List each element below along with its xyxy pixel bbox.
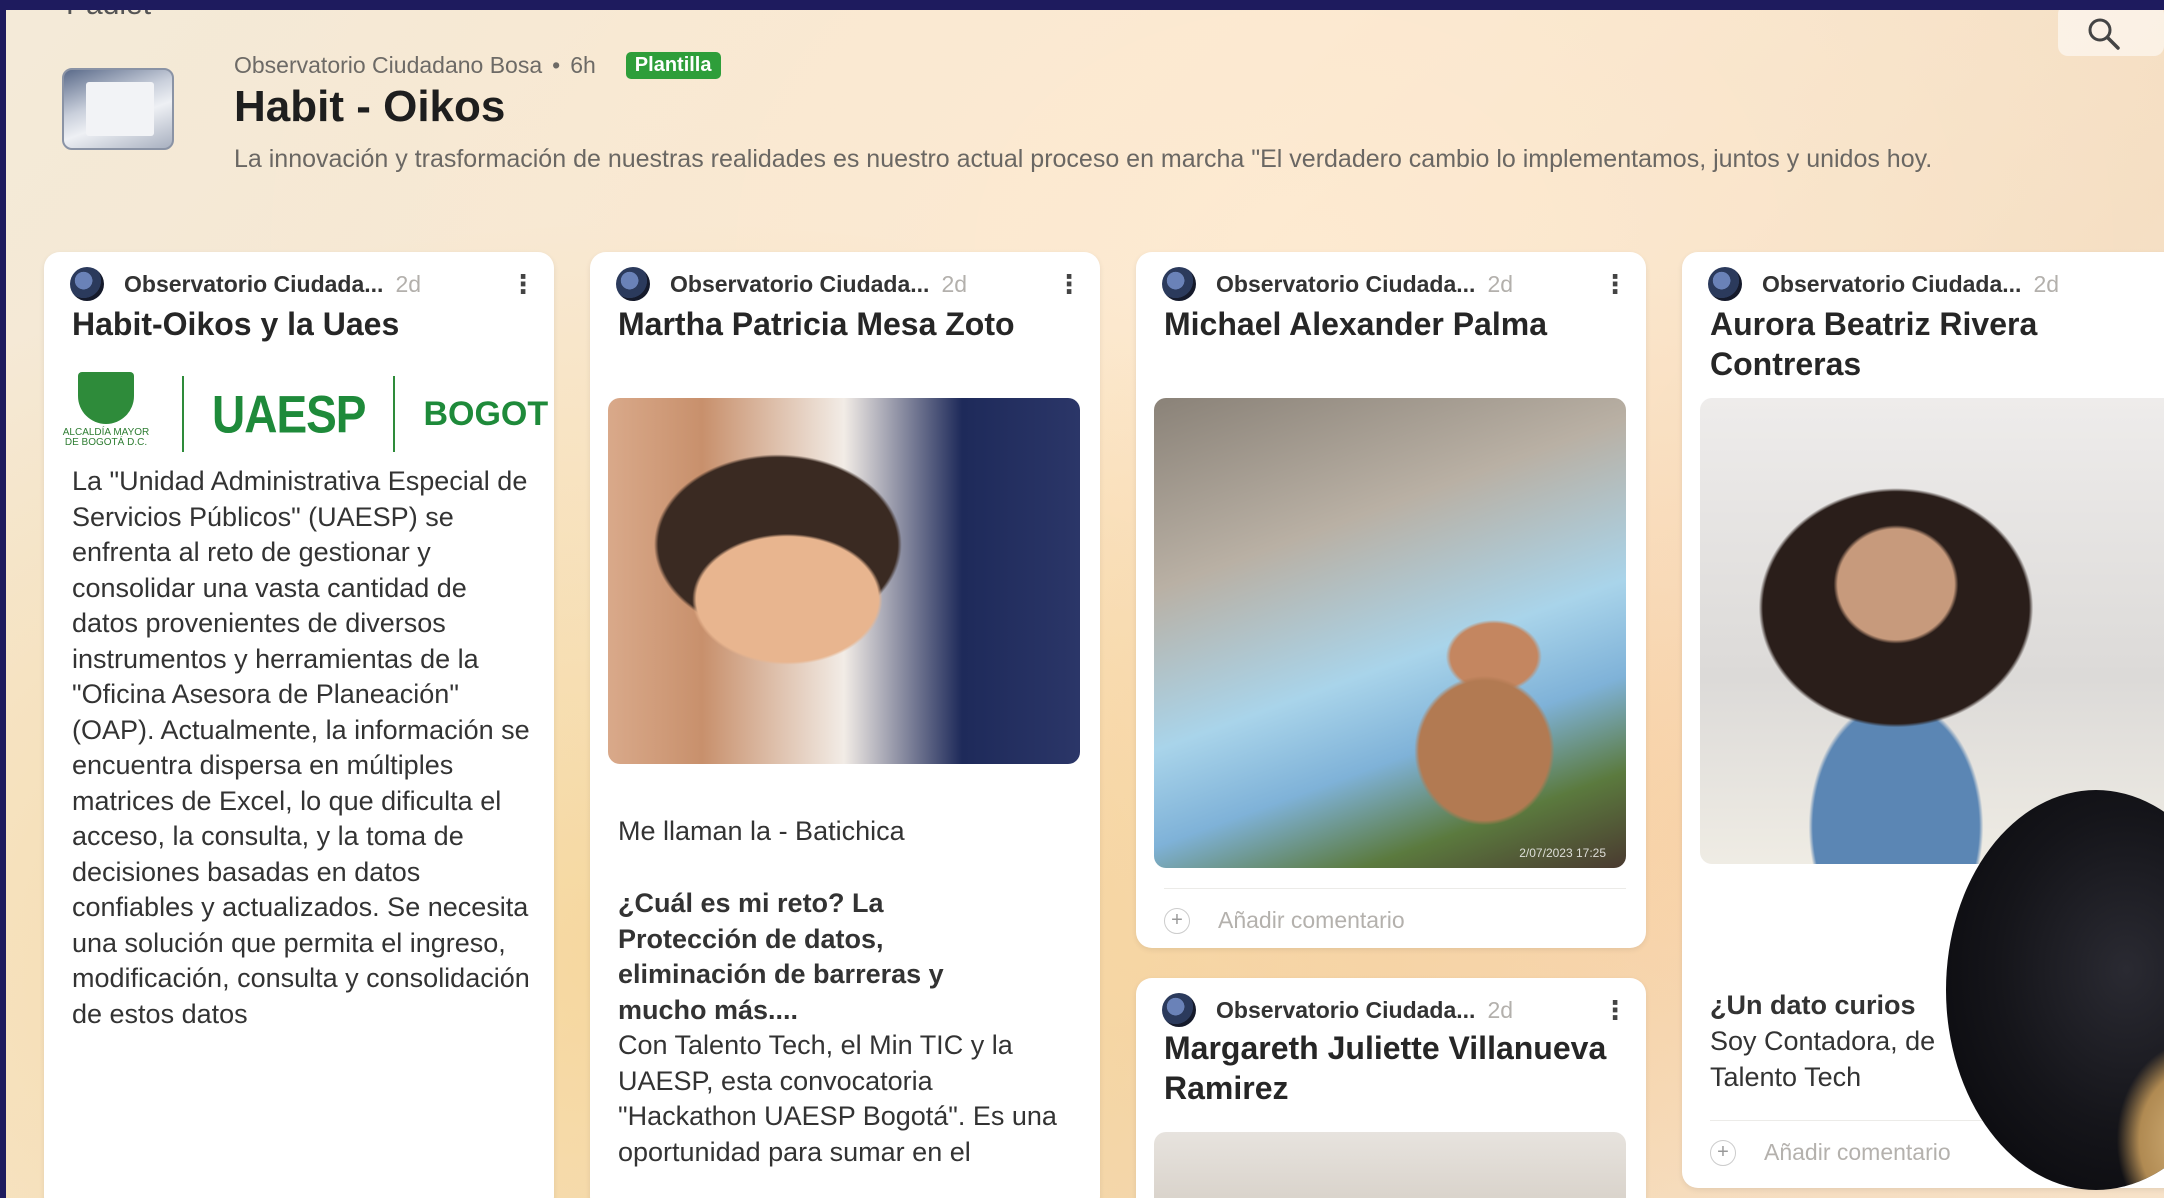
plus-icon: +	[1164, 907, 1190, 934]
search-icon	[2088, 18, 2120, 50]
post-title: Michael Alexander Palma	[1164, 306, 1547, 342]
padlet-board: Padlet Observatorio Ciudadano Bosa • 6h …	[6, 10, 2164, 1198]
post-card[interactable]: Observatorio Ciudada... 2d ⋮ Margareth J…	[1136, 978, 1646, 1198]
post-body: La "Unidad Administrativa Especial de Se…	[72, 466, 530, 1029]
post-photo[interactable]	[608, 398, 1080, 764]
post-age: 2d	[1487, 270, 1514, 297]
meta-separator: •	[552, 52, 561, 78]
uaesp-logo: UAESP	[212, 384, 366, 444]
post-card[interactable]: Observatorio Ciudada... 2d ⋮ Habit-Oikos…	[44, 252, 554, 1198]
uaesp-logo-banner: ALCALDÍA MAYOR DE BOGOTÁ D.C. UAESP BOGO…	[58, 372, 554, 456]
more-options-icon[interactable]: ⋮	[2158, 271, 2164, 297]
post-author[interactable]: Observatorio Ciudada...	[1216, 997, 1475, 1024]
post-title: Martha Patricia Mesa Zoto	[618, 306, 1015, 342]
avatar[interactable]	[1162, 993, 1196, 1027]
board-meta: Observatorio Ciudadano Bosa • 6h Plantil…	[234, 52, 721, 79]
board-author[interactable]: Observatorio Ciudadano Bosa	[234, 52, 542, 79]
avatar[interactable]	[1708, 267, 1742, 301]
post-age: 2d	[1487, 996, 1514, 1023]
template-badge: Plantilla	[625, 52, 721, 79]
avatar[interactable]	[1162, 267, 1196, 301]
post-photo[interactable]	[1154, 1132, 1626, 1198]
post-header: Observatorio Ciudada... 2d ⋮	[1162, 266, 1628, 302]
more-options-icon[interactable]: ⋮	[1056, 271, 1082, 297]
post-author[interactable]: Observatorio Ciudada...	[1216, 271, 1475, 298]
post-intro: Me llaman la - Batichica	[618, 816, 905, 846]
avatar[interactable]	[616, 267, 650, 301]
post-title: Habit-Oikos y la Uaes	[72, 306, 400, 342]
add-comment[interactable]: + Añadir comentario	[1164, 888, 1626, 934]
more-options-icon[interactable]: ⋮	[1602, 997, 1628, 1023]
app-name-clipped: Padlet	[66, 10, 151, 22]
add-comment-label: Añadir comentario	[1764, 1139, 1951, 1165]
post-header: Observatorio Ciudada... 2d ⋮	[1708, 266, 2164, 302]
add-comment-label: Añadir comentario	[1218, 907, 1405, 933]
post-author[interactable]: Observatorio Ciudada...	[124, 271, 383, 298]
post-title: Aurora Beatriz Rivera Contreras	[1710, 306, 2038, 382]
more-options-icon[interactable]: ⋮	[510, 271, 536, 297]
post-photo[interactable]: 2/07/2023 17:25	[1154, 398, 1626, 868]
post-title: Margareth Juliette Villanueva Ramirez	[1164, 1030, 1607, 1106]
board-age: 6h	[570, 52, 596, 78]
board-description: La innovación y trasformación de nuestra…	[234, 145, 1933, 173]
board-thumbnail[interactable]	[62, 68, 174, 150]
post-header: Observatorio Ciudada... 2d ⋮	[616, 266, 1082, 302]
post-age: 2d	[941, 270, 968, 297]
more-options-icon[interactable]: ⋮	[1602, 271, 1628, 297]
post-card[interactable]: Observatorio Ciudada... 2d ⋮ Michael Ale…	[1136, 252, 1646, 948]
board-title: Habit - Oikos	[234, 82, 506, 131]
search-button[interactable]	[2058, 10, 2164, 56]
post-bold-text: ¿Cuál es mi reto? La Protección de datos…	[618, 888, 944, 1025]
post-author[interactable]: Observatorio Ciudada...	[670, 271, 929, 298]
post-card[interactable]: Observatorio Ciudada... 2d ⋮ Martha Patr…	[590, 252, 1100, 1198]
post-header: Observatorio Ciudada... 2d ⋮	[70, 266, 536, 302]
post-age: 2d	[2033, 270, 2060, 297]
logo-left-text: ALCALDÍA MAYOR DE BOGOTÁ D.C.	[62, 427, 150, 448]
post-body: Con Talento Tech, el Min TIC y la UAESP,…	[618, 1030, 1057, 1167]
post-body: Soy Contadora, de Talento Tech	[1710, 1026, 1936, 1092]
bogota-logo: BOGOT	[423, 394, 549, 433]
avatar[interactable]	[70, 267, 104, 301]
photo-timestamp: 2/07/2023 17:25	[1519, 846, 1606, 860]
plus-icon: +	[1710, 1139, 1736, 1166]
post-header: Observatorio Ciudada... 2d ⋮	[1162, 992, 1628, 1028]
bogota-shield-logo: ALCALDÍA MAYOR DE BOGOTÁ D.C.	[58, 372, 154, 456]
post-author[interactable]: Observatorio Ciudada...	[1762, 271, 2021, 298]
post-age: 2d	[395, 270, 422, 297]
